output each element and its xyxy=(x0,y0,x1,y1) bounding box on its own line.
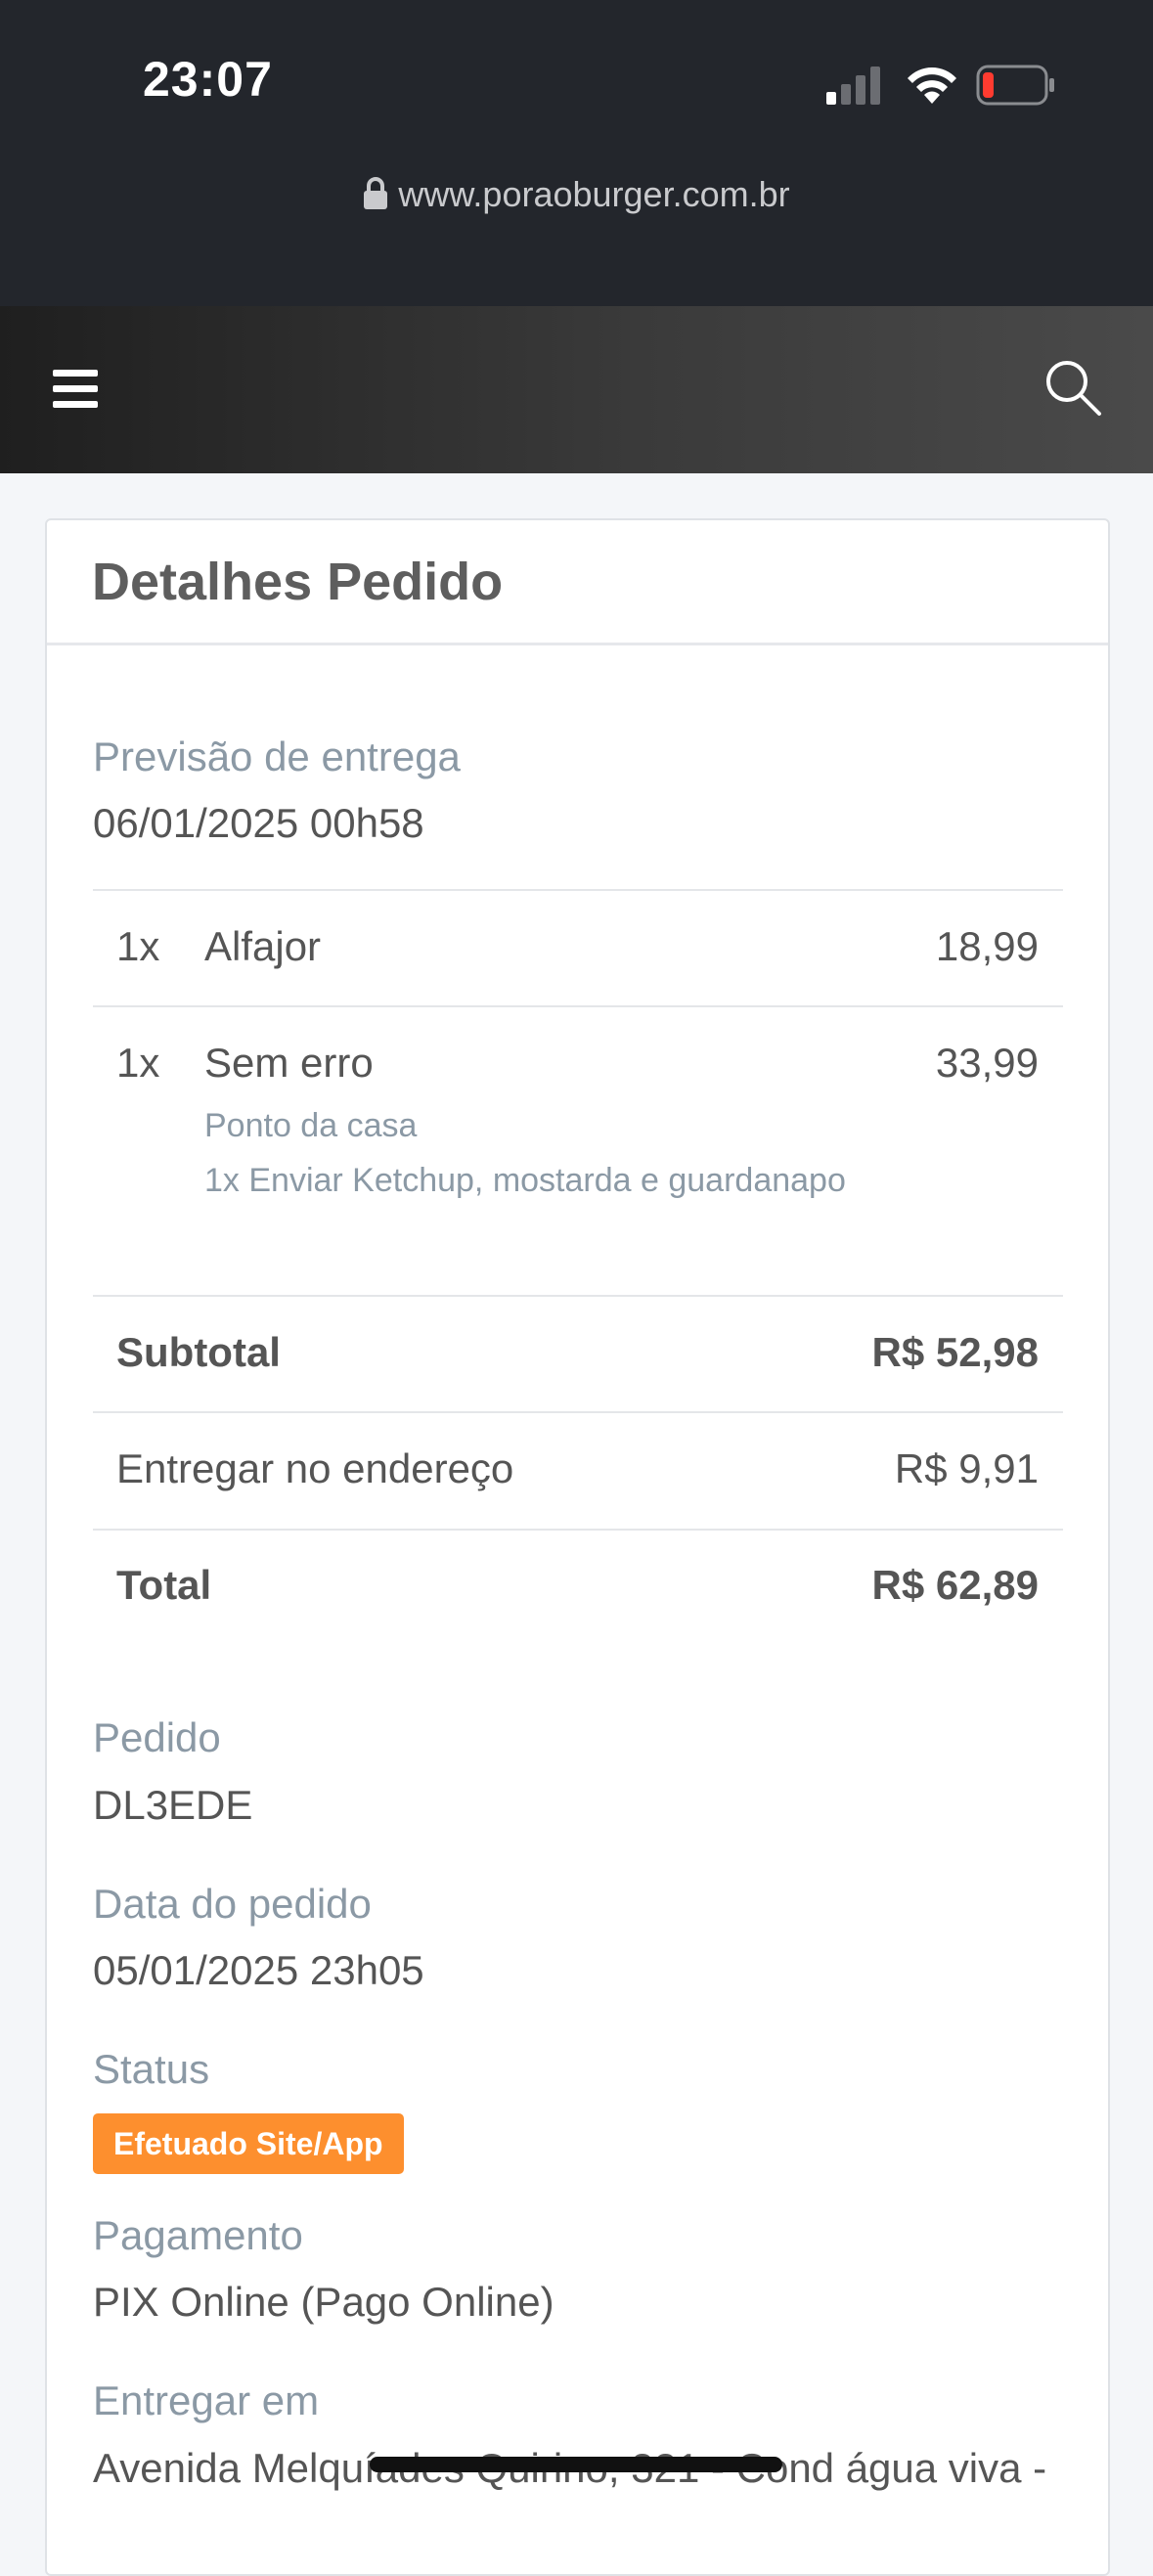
page-title: Detalhes Pedido xyxy=(92,553,504,611)
url-text: www.poraoburger.com.br xyxy=(398,174,790,214)
item-option: Ponto da casa xyxy=(204,1107,418,1144)
order-date-value: 05/01/2025 23h05 xyxy=(93,1947,424,1993)
item-qty: 1x xyxy=(116,923,160,969)
status-bar: 23:07 www.poraoburger.com.br xyxy=(0,0,1153,306)
order-date-label: Data do pedido xyxy=(93,1881,372,1927)
order-id-label: Pedido xyxy=(93,1714,221,1760)
delivery-forecast-label: Previsão de entrega xyxy=(93,733,461,779)
wifi-icon xyxy=(908,67,956,104)
divider xyxy=(93,889,1063,891)
delivery-fee-label: Entregar no endereço xyxy=(116,1445,514,1491)
status-badge: Efetuado Site/App xyxy=(93,2113,404,2174)
payment-label: Pagamento xyxy=(93,2212,303,2258)
order-details-card: Detalhes Pedido Previsão de entrega 06/0… xyxy=(45,518,1110,2576)
item-qty: 1x xyxy=(116,1040,160,1086)
home-indicator xyxy=(370,2457,782,2472)
lock-icon xyxy=(364,177,388,210)
order-id-value: DL3EDE xyxy=(93,1782,253,1828)
item-name: Alfajor xyxy=(204,923,322,969)
site-header xyxy=(0,306,1153,473)
cellular-signal-icon xyxy=(826,67,880,105)
clock: 23:07 xyxy=(143,52,273,107)
item-name: Sem erro xyxy=(204,1040,374,1086)
total-label: Total xyxy=(116,1562,212,1608)
divider xyxy=(93,1529,1063,1531)
divider xyxy=(93,1295,1063,1297)
subtotal-label: Subtotal xyxy=(116,1329,281,1375)
status-label: Status xyxy=(93,2046,210,2092)
battery-low-icon xyxy=(976,65,1054,106)
delivery-fee-value: R$ 9,91 xyxy=(894,1445,1039,1491)
deliver-at-label: Entregar em xyxy=(93,2377,320,2423)
url-bar[interactable]: www.poraoburger.com.br xyxy=(0,174,1153,215)
item-option: 1x Enviar Ketchup, mostarda e guardanapo xyxy=(204,1162,846,1199)
search-icon[interactable] xyxy=(1042,357,1105,420)
item-price: 33,99 xyxy=(935,1040,1039,1086)
card-header: Detalhes Pedido xyxy=(47,520,1108,645)
subtotal-value: R$ 52,98 xyxy=(871,1329,1039,1375)
delivery-forecast-value: 06/01/2025 00h58 xyxy=(93,800,424,846)
item-price: 18,99 xyxy=(935,923,1039,969)
total-value: R$ 62,89 xyxy=(871,1562,1039,1608)
divider xyxy=(93,1005,1063,1007)
divider xyxy=(93,1411,1063,1413)
hamburger-menu-icon[interactable] xyxy=(53,370,98,409)
payment-value: PIX Online (Pago Online) xyxy=(93,2279,554,2325)
